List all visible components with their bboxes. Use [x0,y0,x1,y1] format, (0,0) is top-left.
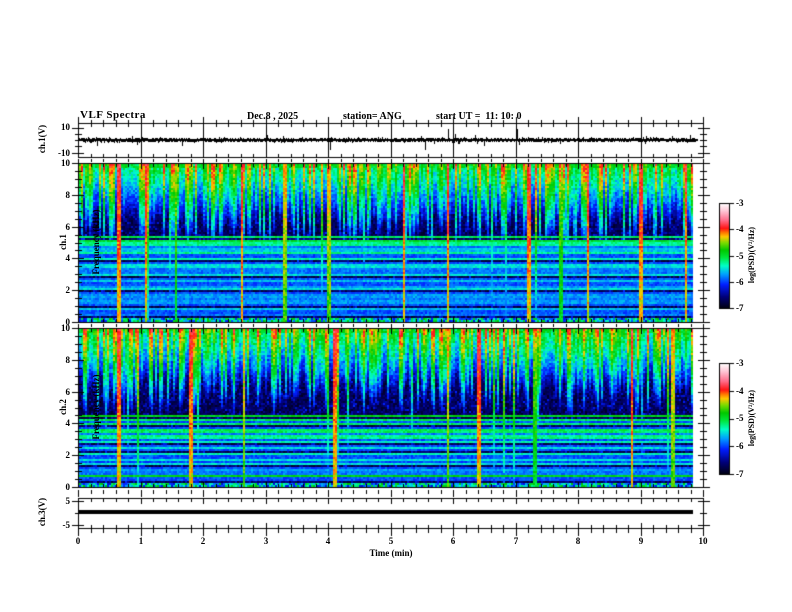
ch3-voltage-axis-label: ch.3(V) [37,497,47,527]
ch1-axis-channel-line: ch.1 [58,234,68,250]
station-label: station= ANG [343,111,402,122]
ch1-voltage-axis-label: ch.1(V) [37,124,47,154]
page-title: VLF Spectra [80,109,146,121]
ch1-frequency-axis-label: ch.1 Frequency (kHz) [36,187,101,297]
ch1-spectrogram-panel [78,163,703,322]
ch2-colorbar [719,363,730,474]
x-tick-9: 9 [638,536,644,546]
cbar1-axis-label: log(PSD)(V²/Hz) [747,226,756,284]
x-tick-0: 0 [75,536,81,546]
ch1-axis-unit-line: Frequency (kHz) [91,209,101,275]
x-tick-8: 8 [575,536,581,546]
date-label: Dec.8 , 2025 [247,111,299,122]
x-tick-6: 6 [450,536,456,546]
x-tick-10: 10 [698,536,708,546]
vlf-spectra-figure: VLF Spectra Dec.8 , 2025 station= ANG st… [0,0,792,612]
x-tick-7: 7 [513,536,519,546]
ch2-freq-tick-10: 10 [61,323,70,333]
x-tick-5: 5 [388,536,394,546]
x-tick-2: 2 [200,536,206,546]
x-tick-3: 3 [263,536,269,546]
x-tick-1: 1 [138,536,144,546]
start-time-label: start UT = 11: 10: 0 [436,111,522,122]
cbar2-axis-label: log(PSD)(V²/Hz) [747,389,756,447]
x-axis-title: Time (min) [369,548,413,558]
x-tick-4: 4 [325,536,331,546]
ch2-frequency-axis-label: ch.2 Frequency (kHz) [36,352,101,462]
ch2-axis-unit-line: Frequency (kHz) [91,374,101,440]
ch2-axis-channel-line: ch.2 [58,399,68,415]
ch1-colorbar [719,203,730,308]
ch1-waveform-panel [78,123,703,157]
ch2-spectrogram-panel [78,328,703,487]
ch3-waveform-panel [78,498,703,528]
